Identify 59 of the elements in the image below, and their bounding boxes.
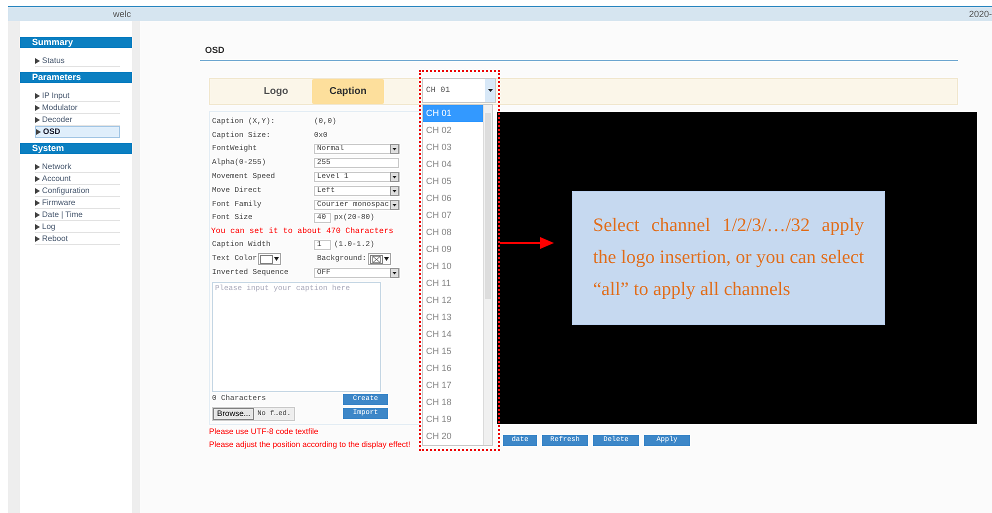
channel-option[interactable]: CH 20 <box>423 428 483 445</box>
hint-text: You can set it to about 470 Characters <box>211 226 394 238</box>
channel-option[interactable]: CH 17 <box>423 377 483 394</box>
sidebar-item[interactable]: Account <box>35 173 120 185</box>
channel-option[interactable]: CH 05 <box>423 173 483 190</box>
channel-option[interactable]: CH 16 <box>423 360 483 377</box>
callout-note: Select channel 1/2/3/…/32 apply the logo insertion, or you can select “all” to apply all channels <box>572 191 885 325</box>
channel-option[interactable]: CH 10 <box>423 258 483 275</box>
channel-option[interactable]: CH 06 <box>423 190 483 207</box>
sidebar-item[interactable]: Status <box>35 55 120 67</box>
sidebar-item[interactable]: Firmware <box>35 197 120 209</box>
color-picker[interactable] <box>258 253 281 266</box>
sidebar-item[interactable]: Configuration <box>35 185 120 197</box>
triangle-icon <box>35 58 40 64</box>
tab[interactable]: Caption <box>312 79 384 104</box>
section-header: Summary <box>20 37 132 48</box>
channel-option[interactable]: CH 18 <box>423 394 483 411</box>
sidebar-item[interactable]: Network <box>35 161 120 173</box>
caret-icon <box>384 257 389 262</box>
channel-option[interactable]: CH 13 <box>423 309 483 326</box>
channel-option[interactable]: CH 15 <box>423 343 483 360</box>
page-title: OSD <box>205 45 226 55</box>
triangle-icon <box>36 129 41 135</box>
caret-icon <box>274 257 279 262</box>
channel-option[interactable]: CH 09 <box>423 241 483 258</box>
channel-option[interactable]: CH 14 <box>423 326 483 343</box>
caret-icon <box>390 200 399 210</box>
sidebar-item[interactable]: IP Input <box>35 90 120 102</box>
warning-text: Please adjust the position according to the display effect! <box>209 438 412 451</box>
caret-icon <box>390 144 399 154</box>
channel-option[interactable]: CH 19 <box>423 411 483 428</box>
color-picker[interactable] <box>368 253 391 266</box>
channel-option[interactable]: CH 03 <box>423 139 483 156</box>
channel-option[interactable]: CH 08 <box>423 224 483 241</box>
arrow-icon <box>500 237 554 249</box>
sidebar-item[interactable]: Modulator <box>35 102 120 114</box>
channel-option[interactable]: CH 12 <box>423 292 483 309</box>
caret-icon <box>390 186 399 196</box>
caret-icon <box>390 172 399 182</box>
channel-option[interactable]: CH 11 <box>423 275 483 292</box>
sidebar-item[interactable]: Log <box>35 221 120 233</box>
sidebar-item[interactable]: Reboot <box>35 233 120 245</box>
tab[interactable]: Logo <box>240 79 312 104</box>
channel-option[interactable]: CH 01 <box>423 105 483 122</box>
section-header: Parameters <box>20 72 132 83</box>
section-header: System <box>20 143 132 154</box>
sidebar-item[interactable]: OSD <box>35 126 120 138</box>
warning-text: Please use UTF-8 code textfile <box>209 426 320 438</box>
channel-option[interactable]: CH 04 <box>423 156 483 173</box>
scrollbar[interactable] <box>483 105 492 445</box>
caret-icon <box>488 89 492 92</box>
caret-icon <box>390 268 399 278</box>
sidebar-item[interactable]: Date | Time <box>35 209 120 221</box>
channel-dropdown[interactable]: CH 01 <box>422 78 496 103</box>
channel-option[interactable]: CH 07 <box>423 207 483 224</box>
channel-option[interactable]: CH 02 <box>423 122 483 139</box>
browse-button[interactable]: Browse... <box>213 408 254 420</box>
header-date: 2020- <box>968 9 992 19</box>
header-text: welc <box>113 9 132 19</box>
